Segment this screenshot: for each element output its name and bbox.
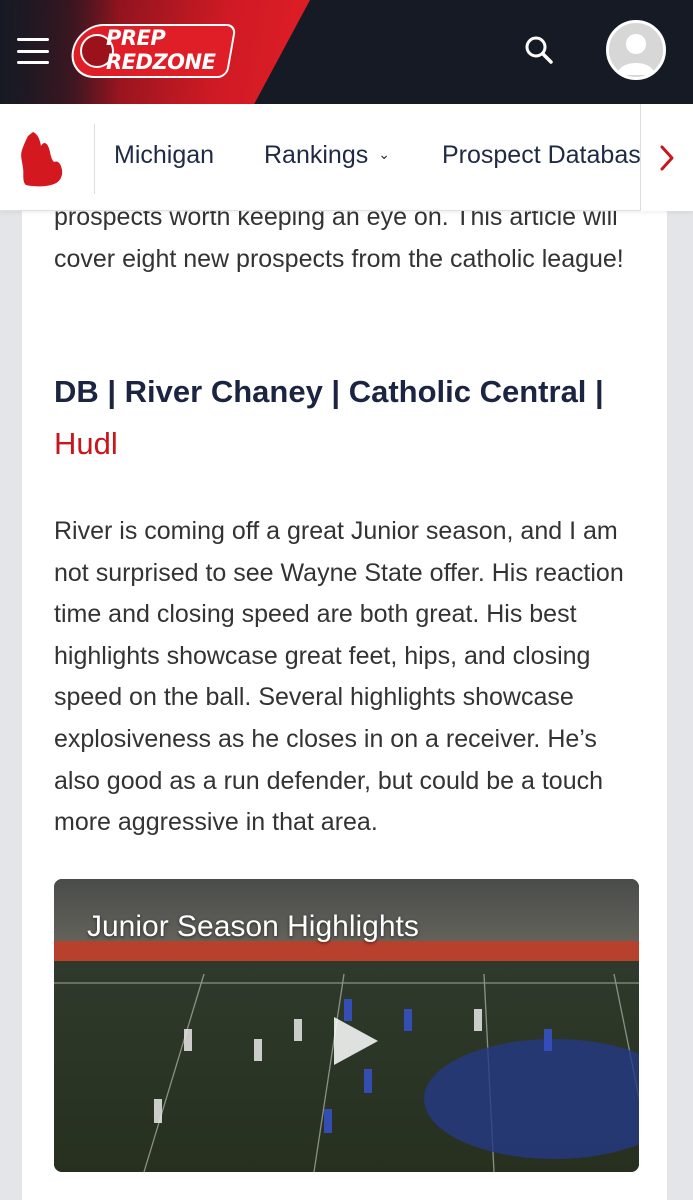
logo-text-redzone: REDZONE — [106, 50, 216, 74]
michigan-state-icon[interactable] — [16, 130, 66, 188]
nav-rankings[interactable]: Rankings ⌄ — [264, 141, 390, 170]
chevron-down-icon: ⌄ — [378, 146, 390, 162]
user-icon — [617, 34, 655, 75]
menu-icon[interactable] — [17, 38, 49, 64]
play-icon[interactable] — [326, 1013, 382, 1069]
video-player[interactable]: Junior Season Highlights — [54, 879, 639, 1172]
article-body: River is coming off a great Junior seaso… — [54, 517, 624, 837]
site-header: PREP REDZONE — [0, 0, 693, 104]
chevron-right-icon — [660, 145, 674, 170]
user-avatar[interactable] — [606, 20, 666, 80]
state-nav: Michigan Rankings ⌄ Prospect Database — [0, 104, 693, 211]
search-icon[interactable] — [522, 33, 556, 67]
video-title: Junior Season Highlights — [87, 910, 419, 943]
nav-rankings-label: Rankings — [264, 141, 369, 169]
nav-michigan[interactable]: Michigan — [114, 141, 214, 170]
nav-scroll-right-button[interactable] — [640, 104, 693, 211]
prep-redzone-logo[interactable]: PREP REDZONE — [67, 24, 237, 78]
prospect-heading-text: DB | River Chaney | Catholic Central | — [54, 374, 604, 409]
prospect-heading: DB | River Chaney | Catholic Central | H… — [54, 366, 644, 470]
hudl-link[interactable]: Hudl — [54, 426, 118, 461]
nav-prospect-database[interactable]: Prospect Database — [442, 141, 640, 170]
logo-text-prep: PREP — [106, 26, 166, 50]
